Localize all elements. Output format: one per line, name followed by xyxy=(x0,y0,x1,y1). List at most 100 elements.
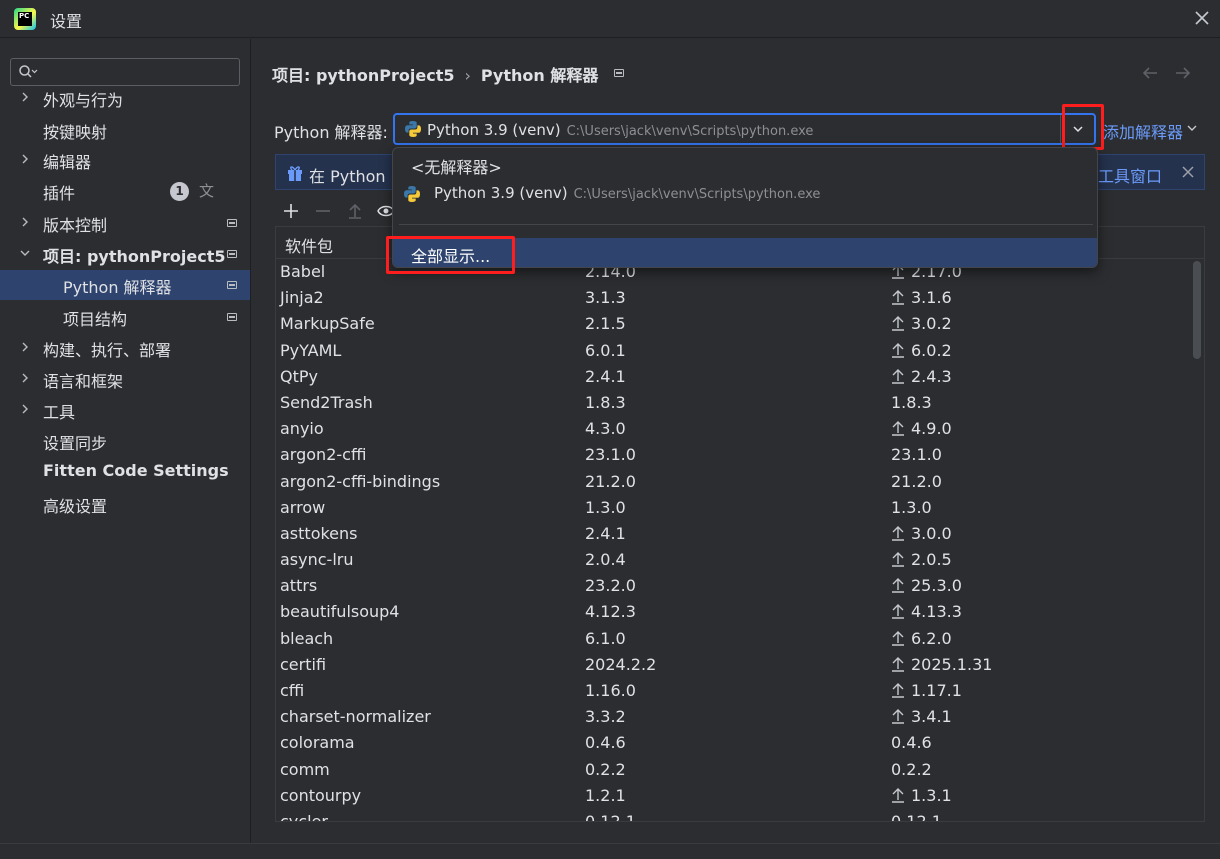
latest-version-text: 1.8.3 xyxy=(891,392,932,412)
table-row[interactable]: colorama 0.4.6 0.4.6 xyxy=(276,730,1191,756)
translate-icon: 文 xyxy=(199,182,215,200)
sidebar-item-label: 构建、执行、部署 xyxy=(43,341,172,360)
latest-version-text: 0.2.2 xyxy=(891,759,932,779)
sidebar-item[interactable]: 项目: pythonProject5 xyxy=(0,239,250,269)
package-name: Jinja2 xyxy=(280,288,324,308)
table-row[interactable]: argon2-cffi-bindings 21.2.0 21.2.0 xyxy=(276,469,1191,495)
package-latest-version: 1.17.1 xyxy=(891,681,962,700)
table-row[interactable]: asttokens 2.4.1 3.0.0 xyxy=(276,521,1191,547)
sidebar-item[interactable]: 构建、执行、部署 xyxy=(0,333,250,363)
sidebar-item[interactable]: 工具 xyxy=(0,395,250,425)
sidebar-item[interactable]: 版本控制 xyxy=(0,208,250,238)
chevron-right-icon[interactable] xyxy=(19,216,31,228)
sidebar-item[interactable]: 外观与行为 xyxy=(0,83,250,113)
chevron-down-icon[interactable] xyxy=(19,247,31,259)
scrollbar-thumb[interactable] xyxy=(1193,261,1201,359)
interpreter-path: C:\Users\jack\venv\Scripts\python.exe xyxy=(566,124,814,139)
sidebar-item[interactable]: Python 解释器 xyxy=(0,270,250,300)
sidebar-item[interactable]: 语言和框架 xyxy=(0,364,250,394)
python-option-path: C:\Users\jack\venv\Scripts\python.exe xyxy=(573,187,821,202)
latest-version-text: 3.1.6 xyxy=(911,288,952,308)
chevron-right-icon[interactable] xyxy=(19,91,31,103)
package-latest-version: 6.2.0 xyxy=(891,629,952,648)
sidebar-item[interactable]: 项目结构 xyxy=(0,302,250,332)
package-version: 1.16.0 xyxy=(585,681,636,700)
package-version: 2.0.4 xyxy=(585,550,626,570)
latest-version-text: 3.0.2 xyxy=(911,314,952,334)
package-version: 2.4.1 xyxy=(585,366,626,386)
latest-version-text: 2.0.5 xyxy=(911,550,952,570)
breadcrumb-project[interactable]: 项目: pythonProject5 xyxy=(272,66,455,85)
table-row[interactable]: anyio 4.3.0 4.9.0 xyxy=(276,416,1191,442)
forward-arrow-icon[interactable] xyxy=(1174,64,1192,82)
close-window-icon[interactable] xyxy=(1192,8,1212,28)
sidebar-item[interactable]: 高级设置 xyxy=(0,489,250,519)
sidebar-item[interactable]: 插件 1 文 xyxy=(0,176,250,206)
sidebar-item[interactable]: 按键映射 xyxy=(0,115,250,145)
table-row[interactable]: bleach 6.1.0 6.2.0 xyxy=(276,626,1191,652)
chevron-right-icon[interactable] xyxy=(19,341,31,353)
upgrade-available-icon xyxy=(892,604,904,620)
package-version: 1.8.3 xyxy=(585,392,626,412)
table-row[interactable]: async-lru 2.0.4 2.0.5 xyxy=(276,547,1191,573)
table-row[interactable]: beautifulsoup4 4.12.3 4.13.3 xyxy=(276,599,1191,625)
table-row[interactable]: PyYAML 6.0.1 6.0.2 xyxy=(276,338,1191,364)
package-latest-version: 4.13.3 xyxy=(891,602,962,621)
package-name: beautifulsoup4 xyxy=(280,602,400,622)
table-row[interactable]: certifi 2024.2.2 2025.1.31 xyxy=(276,652,1191,678)
upgrade-icon[interactable] xyxy=(346,202,364,220)
table-row[interactable]: QtPy 2.4.1 2.4.3 xyxy=(276,364,1191,390)
package-version: 2.4.1 xyxy=(585,523,626,543)
table-row[interactable]: contourpy 1.2.1 1.3.1 xyxy=(276,783,1191,809)
table-row[interactable]: arrow 1.3.0 1.3.0 xyxy=(276,495,1191,521)
sidebar-item[interactable]: 设置同步 xyxy=(0,426,250,456)
banner-tool-window-link[interactable]: 工具窗口 xyxy=(1098,163,1162,187)
settings-sidebar: 外观与行为 按键映射 编辑器 插件 1 文版本控制 项目: pythonProject5 Py… xyxy=(0,39,250,844)
package-latest-version: 0.12.1 xyxy=(891,812,942,821)
package-name: async-lru xyxy=(280,550,354,570)
column-header-package[interactable]: 软件包 xyxy=(285,233,333,257)
package-latest-version: 0.4.6 xyxy=(891,733,932,752)
table-row[interactable]: Send2Trash 1.8.3 1.8.3 xyxy=(276,390,1191,416)
chevron-down-icon[interactable] xyxy=(1186,122,1198,134)
package-name: argon2-cffi-bindings xyxy=(280,471,441,491)
no-interpreter-option[interactable]: <无解释器> xyxy=(411,154,502,178)
interpreter-name: Python 3.9 (venv) xyxy=(427,121,561,139)
remove-icon[interactable] xyxy=(314,202,332,220)
table-row[interactable]: comm 0.2.2 0.2.2 xyxy=(276,757,1191,783)
interpreter-select-value: Python 3.9 (venv) C:\Users\jack\venv\Scri… xyxy=(427,121,813,139)
python-option-name: Python 3.9 (venv) xyxy=(434,184,568,202)
package-name: colorama xyxy=(280,733,355,753)
python-interpreter-option[interactable]: Python 3.9 (venv) C:\Users\jack\venv\Scri… xyxy=(401,182,1091,208)
chevron-right-icon[interactable] xyxy=(19,403,31,415)
close-icon[interactable] xyxy=(1181,165,1195,179)
add-interpreter-link[interactable]: 添加解释器 xyxy=(1103,119,1183,143)
package-name: comm xyxy=(280,759,330,779)
package-name: anyio xyxy=(280,419,324,439)
table-row[interactable]: MarkupSafe 2.1.5 3.0.2 xyxy=(276,311,1191,337)
latest-version-text: 6.2.0 xyxy=(911,628,952,648)
latest-version-text: 23.1.0 xyxy=(891,445,942,465)
package-latest-version: 1.3.0 xyxy=(891,498,932,517)
sidebar-item-label: Python 解释器 xyxy=(63,278,172,297)
table-row[interactable]: Jinja2 3.1.3 3.1.6 xyxy=(276,285,1191,311)
interpreter-select[interactable]: Python 3.9 (venv) C:\Users\jack\venv\Scri… xyxy=(393,113,1096,145)
packages-table[interactable]: 软件包 Babel 2.14.0 2.17.0 Jinja2 3.1.3 3.1.6 Mar… xyxy=(275,226,1205,822)
back-arrow-icon[interactable] xyxy=(1141,64,1159,82)
updates-badge: 1 xyxy=(170,182,189,201)
table-row[interactable]: attrs 23.2.0 25.3.0 xyxy=(276,573,1191,599)
table-row[interactable]: argon2-cffi 23.1.0 23.1.0 xyxy=(276,442,1191,468)
combo-divider xyxy=(1060,115,1061,143)
table-row[interactable]: cffi 1.16.0 1.17.1 xyxy=(276,678,1191,704)
table-row[interactable]: charset-normalizer 3.3.2 3.4.1 xyxy=(276,704,1191,730)
sidebar-item[interactable]: Fitten Code Settings xyxy=(0,457,250,487)
package-version: 0.2.2 xyxy=(585,759,626,779)
chevron-right-icon[interactable] xyxy=(19,372,31,384)
chevron-right-icon[interactable] xyxy=(19,153,31,165)
settings-search-input[interactable] xyxy=(10,58,240,86)
python-icon xyxy=(404,186,420,202)
latest-version-text: 2025.1.31 xyxy=(911,654,993,674)
table-row[interactable]: cycler 0.12.1 0.12.1 xyxy=(276,809,1191,821)
add-icon[interactable] xyxy=(282,202,300,220)
sidebar-item[interactable]: 编辑器 xyxy=(0,145,250,175)
